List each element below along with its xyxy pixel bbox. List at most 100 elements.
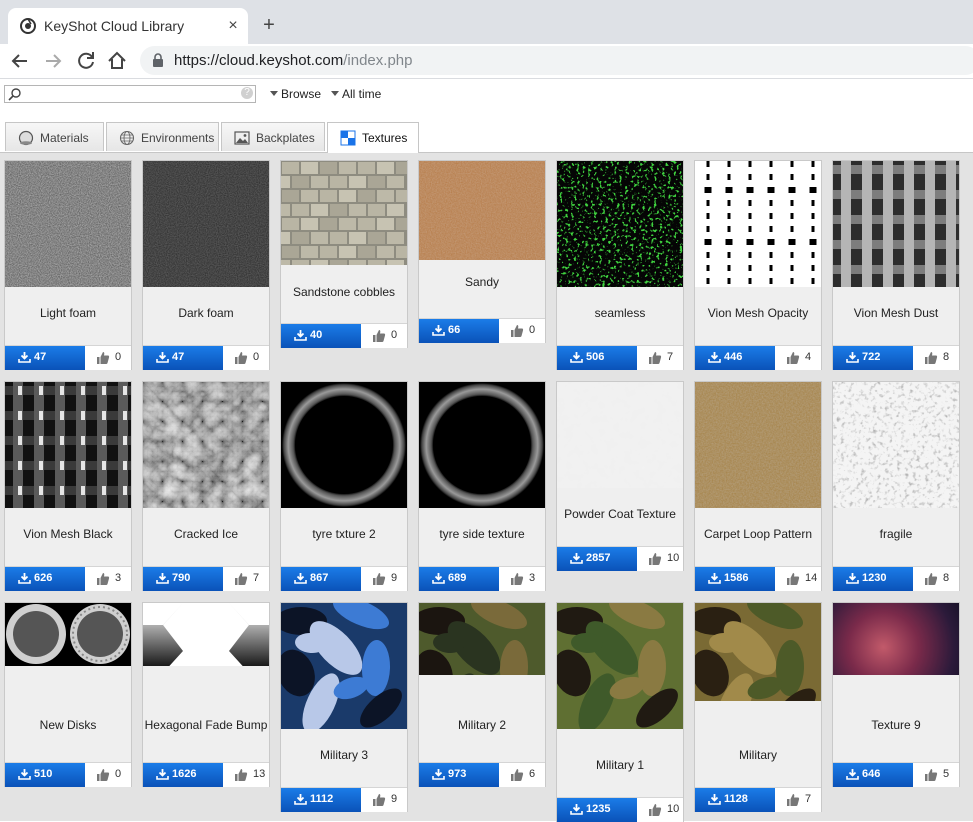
thumbs-up-icon[interactable]	[510, 572, 524, 586]
download-button[interactable]: 790	[143, 567, 223, 591]
thumbs-up-icon[interactable]	[648, 351, 662, 365]
texture-card[interactable]: Vion Mesh Dust 722 8	[832, 160, 960, 370]
texture-thumbnail[interactable]	[695, 161, 821, 287]
texture-card[interactable]: Vion Mesh Opacity 446 4	[694, 160, 822, 370]
texture-thumbnail[interactable]	[281, 382, 407, 508]
texture-card[interactable]: tyre txture 2 867 9	[280, 381, 408, 591]
forward-arrow-icon[interactable]	[41, 49, 65, 73]
download-button[interactable]: 47	[5, 346, 85, 370]
new-tab-button[interactable]: +	[258, 14, 280, 36]
texture-thumbnail[interactable]	[143, 161, 269, 287]
texture-card[interactable]: Military 3 1112 9	[280, 602, 408, 812]
download-button[interactable]: 1626	[143, 763, 223, 787]
thumbs-up-icon[interactable]	[786, 351, 800, 365]
thumbs-up-icon[interactable]	[372, 793, 386, 807]
tab-backplates[interactable]: Backplates	[221, 122, 325, 151]
reload-icon[interactable]	[74, 49, 98, 73]
download-button[interactable]: 646	[833, 763, 913, 787]
texture-card[interactable]: Cracked Ice 790 7	[142, 381, 270, 591]
texture-thumbnail[interactable]	[419, 603, 545, 675]
download-button[interactable]: 867	[281, 567, 361, 591]
download-button[interactable]: 689	[419, 567, 499, 591]
thumbs-up-icon[interactable]	[372, 329, 386, 343]
texture-thumbnail[interactable]	[557, 603, 683, 738]
tab-materials[interactable]: Materials	[5, 122, 104, 151]
texture-thumbnail[interactable]	[143, 382, 269, 508]
download-button[interactable]: 973	[419, 763, 499, 787]
thumbs-up-icon[interactable]	[96, 351, 110, 365]
texture-thumbnail[interactable]	[557, 382, 683, 488]
texture-thumbnail[interactable]	[281, 161, 407, 265]
texture-card[interactable]: Military 2 973 6	[418, 602, 546, 787]
download-button[interactable]: 510	[5, 763, 85, 787]
texture-thumbnail[interactable]	[281, 603, 407, 729]
texture-card[interactable]: Texture 9 646 5	[832, 602, 960, 787]
back-arrow-icon[interactable]	[8, 49, 32, 73]
thumbs-up-icon[interactable]	[510, 768, 524, 782]
texture-card[interactable]: Sandy 66 0	[418, 160, 546, 343]
browse-dropdown[interactable]: Browse	[270, 87, 321, 101]
texture-card[interactable]: Hexagonal Fade Bump 1626 13	[142, 602, 270, 787]
texture-card[interactable]: Military 1 1235 10	[556, 602, 684, 822]
texture-thumbnail[interactable]	[5, 161, 131, 287]
texture-card[interactable]: fragile 1230 8	[832, 381, 960, 591]
thumbs-up-icon[interactable]	[96, 572, 110, 586]
download-button[interactable]: 1230	[833, 567, 913, 591]
download-button[interactable]: 66	[419, 319, 499, 343]
texture-thumbnail[interactable]	[833, 382, 959, 508]
texture-thumbnail[interactable]	[833, 603, 959, 675]
thumbs-up-icon[interactable]	[234, 572, 248, 586]
thumbs-up-icon[interactable]	[924, 572, 938, 586]
texture-thumbnail[interactable]	[5, 382, 131, 508]
texture-card[interactable]: Light foam 47 0	[4, 160, 132, 370]
tab-textures[interactable]: Textures	[327, 122, 419, 153]
address-bar[interactable]: https://cloud.keyshot.com/index.php	[140, 46, 973, 75]
texture-thumbnail[interactable]	[695, 603, 821, 701]
download-button[interactable]: 1586	[695, 567, 775, 591]
browser-tab[interactable]: KeyShot Cloud Library ×	[8, 8, 248, 44]
thumbs-up-icon[interactable]	[372, 572, 386, 586]
texture-card[interactable]: Dark foam 47 0	[142, 160, 270, 370]
thumbs-up-icon[interactable]	[510, 324, 524, 338]
texture-card[interactable]: tyre side texture 689 3	[418, 381, 546, 591]
texture-card[interactable]: Military 1128 7	[694, 602, 822, 812]
download-button[interactable]: 40	[281, 324, 361, 348]
texture-card[interactable]: Sandstone cobbles 40 0	[280, 160, 408, 348]
thumbs-up-icon[interactable]	[234, 351, 248, 365]
download-button[interactable]: 2857	[557, 547, 637, 571]
download-button[interactable]: 1235	[557, 798, 637, 822]
download-button[interactable]: 446	[695, 346, 775, 370]
texture-card[interactable]: Powder Coat Texture 2857 10	[556, 381, 684, 571]
texture-thumbnail[interactable]	[419, 382, 545, 508]
texture-thumbnail[interactable]	[695, 382, 821, 508]
download-button[interactable]: 722	[833, 346, 913, 370]
download-button[interactable]: 506	[557, 346, 637, 370]
texture-card[interactable]: Carpet Loop Pattern 1586 14	[694, 381, 822, 591]
close-tab-icon[interactable]: ×	[224, 17, 242, 35]
texture-thumbnail[interactable]	[5, 603, 131, 666]
texture-card[interactable]: Vion Mesh Black 626 3	[4, 381, 132, 591]
thumbs-up-icon[interactable]	[96, 768, 110, 782]
home-icon[interactable]	[105, 49, 129, 73]
texture-card[interactable]: seamless 506 7	[556, 160, 684, 370]
texture-thumbnail[interactable]	[419, 161, 545, 260]
thumbs-up-icon[interactable]	[648, 552, 662, 566]
texture-thumbnail[interactable]	[143, 603, 269, 666]
download-button[interactable]: 1128	[695, 788, 775, 812]
download-button[interactable]: 626	[5, 567, 85, 591]
help-icon[interactable]: ?	[241, 87, 253, 99]
download-button[interactable]: 1112	[281, 788, 361, 812]
texture-card[interactable]: New Disks 510 0	[4, 602, 132, 787]
time-dropdown[interactable]: All time	[331, 87, 381, 101]
thumbs-up-icon[interactable]	[786, 793, 800, 807]
thumbs-up-icon[interactable]	[234, 768, 248, 782]
texture-thumbnail[interactable]	[833, 161, 959, 287]
thumbs-up-icon[interactable]	[786, 572, 800, 586]
thumbs-up-icon[interactable]	[924, 768, 938, 782]
thumbs-up-icon[interactable]	[648, 803, 662, 817]
thumbs-up-icon[interactable]	[924, 351, 938, 365]
search-input[interactable]: ?	[4, 85, 256, 103]
texture-thumbnail[interactable]	[557, 161, 683, 287]
tab-environments[interactable]: Environments	[106, 122, 219, 151]
download-button[interactable]: 47	[143, 346, 223, 370]
